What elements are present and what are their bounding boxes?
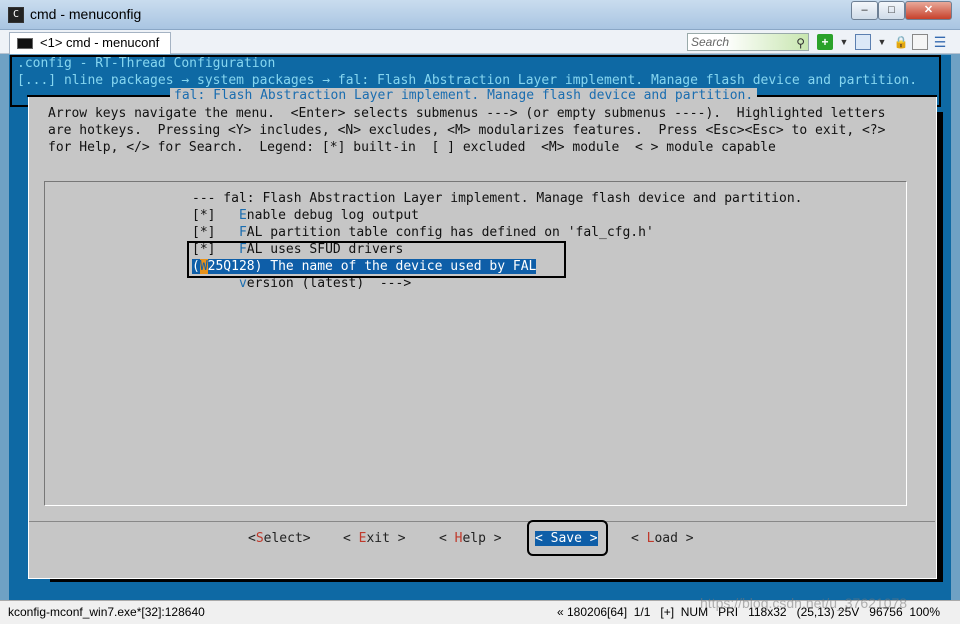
menu-item-prefix bbox=[192, 276, 239, 291]
menu-item-label: AL partition table config has defined on… bbox=[246, 225, 654, 240]
watermark: https://blog.csdn.net/u_37621078 bbox=[700, 595, 908, 611]
search-placeholder: Search bbox=[691, 35, 730, 49]
maximize-button[interactable]: □ bbox=[878, 1, 905, 20]
panel-icon[interactable] bbox=[912, 34, 928, 50]
tab-bar: <1> cmd - menuconf bbox=[0, 30, 960, 54]
button-label: elect> bbox=[263, 531, 311, 546]
menu-item-prefix: [*] bbox=[192, 208, 239, 223]
window-layout-icon[interactable] bbox=[855, 34, 871, 50]
cmd-app-icon: C bbox=[8, 7, 24, 23]
menu-item-label: nable debug log output bbox=[246, 208, 419, 223]
menu-item-label: ersion (latest) ---> bbox=[246, 276, 412, 291]
help-line-2: are hotkeys. Pressing <Y> includes, <N> … bbox=[48, 123, 886, 138]
menu-item-hotkey: E bbox=[238, 208, 247, 223]
menu-item-partition-table[interactable]: [*] FAL partition table config has defin… bbox=[192, 225, 654, 240]
menu-item-debug-log[interactable]: [*] Enable debug log output bbox=[192, 208, 419, 223]
menu-item-version[interactable]: version (latest) ---> bbox=[192, 276, 411, 291]
tab-cmd-menuconf[interactable]: <1> cmd - menuconf bbox=[9, 32, 171, 54]
new-console-icon[interactable]: + bbox=[817, 34, 833, 50]
search-input[interactable]: Search ⚲ bbox=[687, 33, 809, 51]
dialog-title: fal: Flash Abstraction Layer implement. … bbox=[170, 88, 758, 103]
load-button[interactable]: < Load > bbox=[631, 531, 694, 546]
terminal-area[interactable]: .config - RT-Thread Configuration [...] … bbox=[9, 55, 951, 600]
chevron-down-icon[interactable]: ▼ bbox=[874, 34, 890, 50]
button-label: oad > bbox=[654, 531, 694, 546]
button-label: elp > bbox=[462, 531, 502, 546]
menu-item-hotkey: F bbox=[238, 225, 247, 240]
tab-label: <1> cmd - menuconf bbox=[40, 35, 160, 50]
lock-icon[interactable]: 🔒 bbox=[893, 34, 909, 50]
divider bbox=[29, 521, 935, 522]
help-line-3: for Help, </> for Search. Legend: [*] bu… bbox=[48, 140, 776, 155]
annotation-box-selection bbox=[187, 241, 566, 278]
menu-item-prefix: [*] bbox=[192, 225, 239, 240]
button-bracket: < bbox=[439, 531, 455, 546]
status-process: kconfig-mconf_win7.exe*[32]:128640 bbox=[8, 605, 205, 619]
button-bracket: < bbox=[343, 531, 359, 546]
button-label: xit > bbox=[366, 531, 406, 546]
search-icon[interactable]: ⚲ bbox=[796, 35, 805, 51]
button-hotkey: S bbox=[255, 531, 264, 546]
button-bracket: < bbox=[248, 531, 256, 546]
select-button[interactable]: <Select> bbox=[248, 531, 311, 546]
chevron-down-icon[interactable]: ▼ bbox=[836, 34, 852, 50]
hamburger-menu-icon[interactable]: ☰ bbox=[932, 34, 948, 50]
console-icon bbox=[17, 38, 33, 49]
button-bracket: < bbox=[631, 531, 647, 546]
menu-header: --- fal: Flash Abstraction Layer impleme… bbox=[192, 191, 803, 206]
minimize-button[interactable]: – bbox=[851, 1, 878, 20]
menu-item-hotkey: v bbox=[238, 276, 247, 291]
help-line-1: Arrow keys navigate the menu. <Enter> se… bbox=[48, 106, 886, 121]
annotation-box-save bbox=[527, 520, 608, 556]
title-bar: C cmd - menuconfig – □ ✕ bbox=[0, 0, 960, 30]
close-button[interactable]: ✕ bbox=[905, 1, 952, 20]
window-title: cmd - menuconfig bbox=[30, 6, 142, 22]
help-button[interactable]: < Help > bbox=[439, 531, 502, 546]
exit-button[interactable]: < Exit > bbox=[343, 531, 406, 546]
